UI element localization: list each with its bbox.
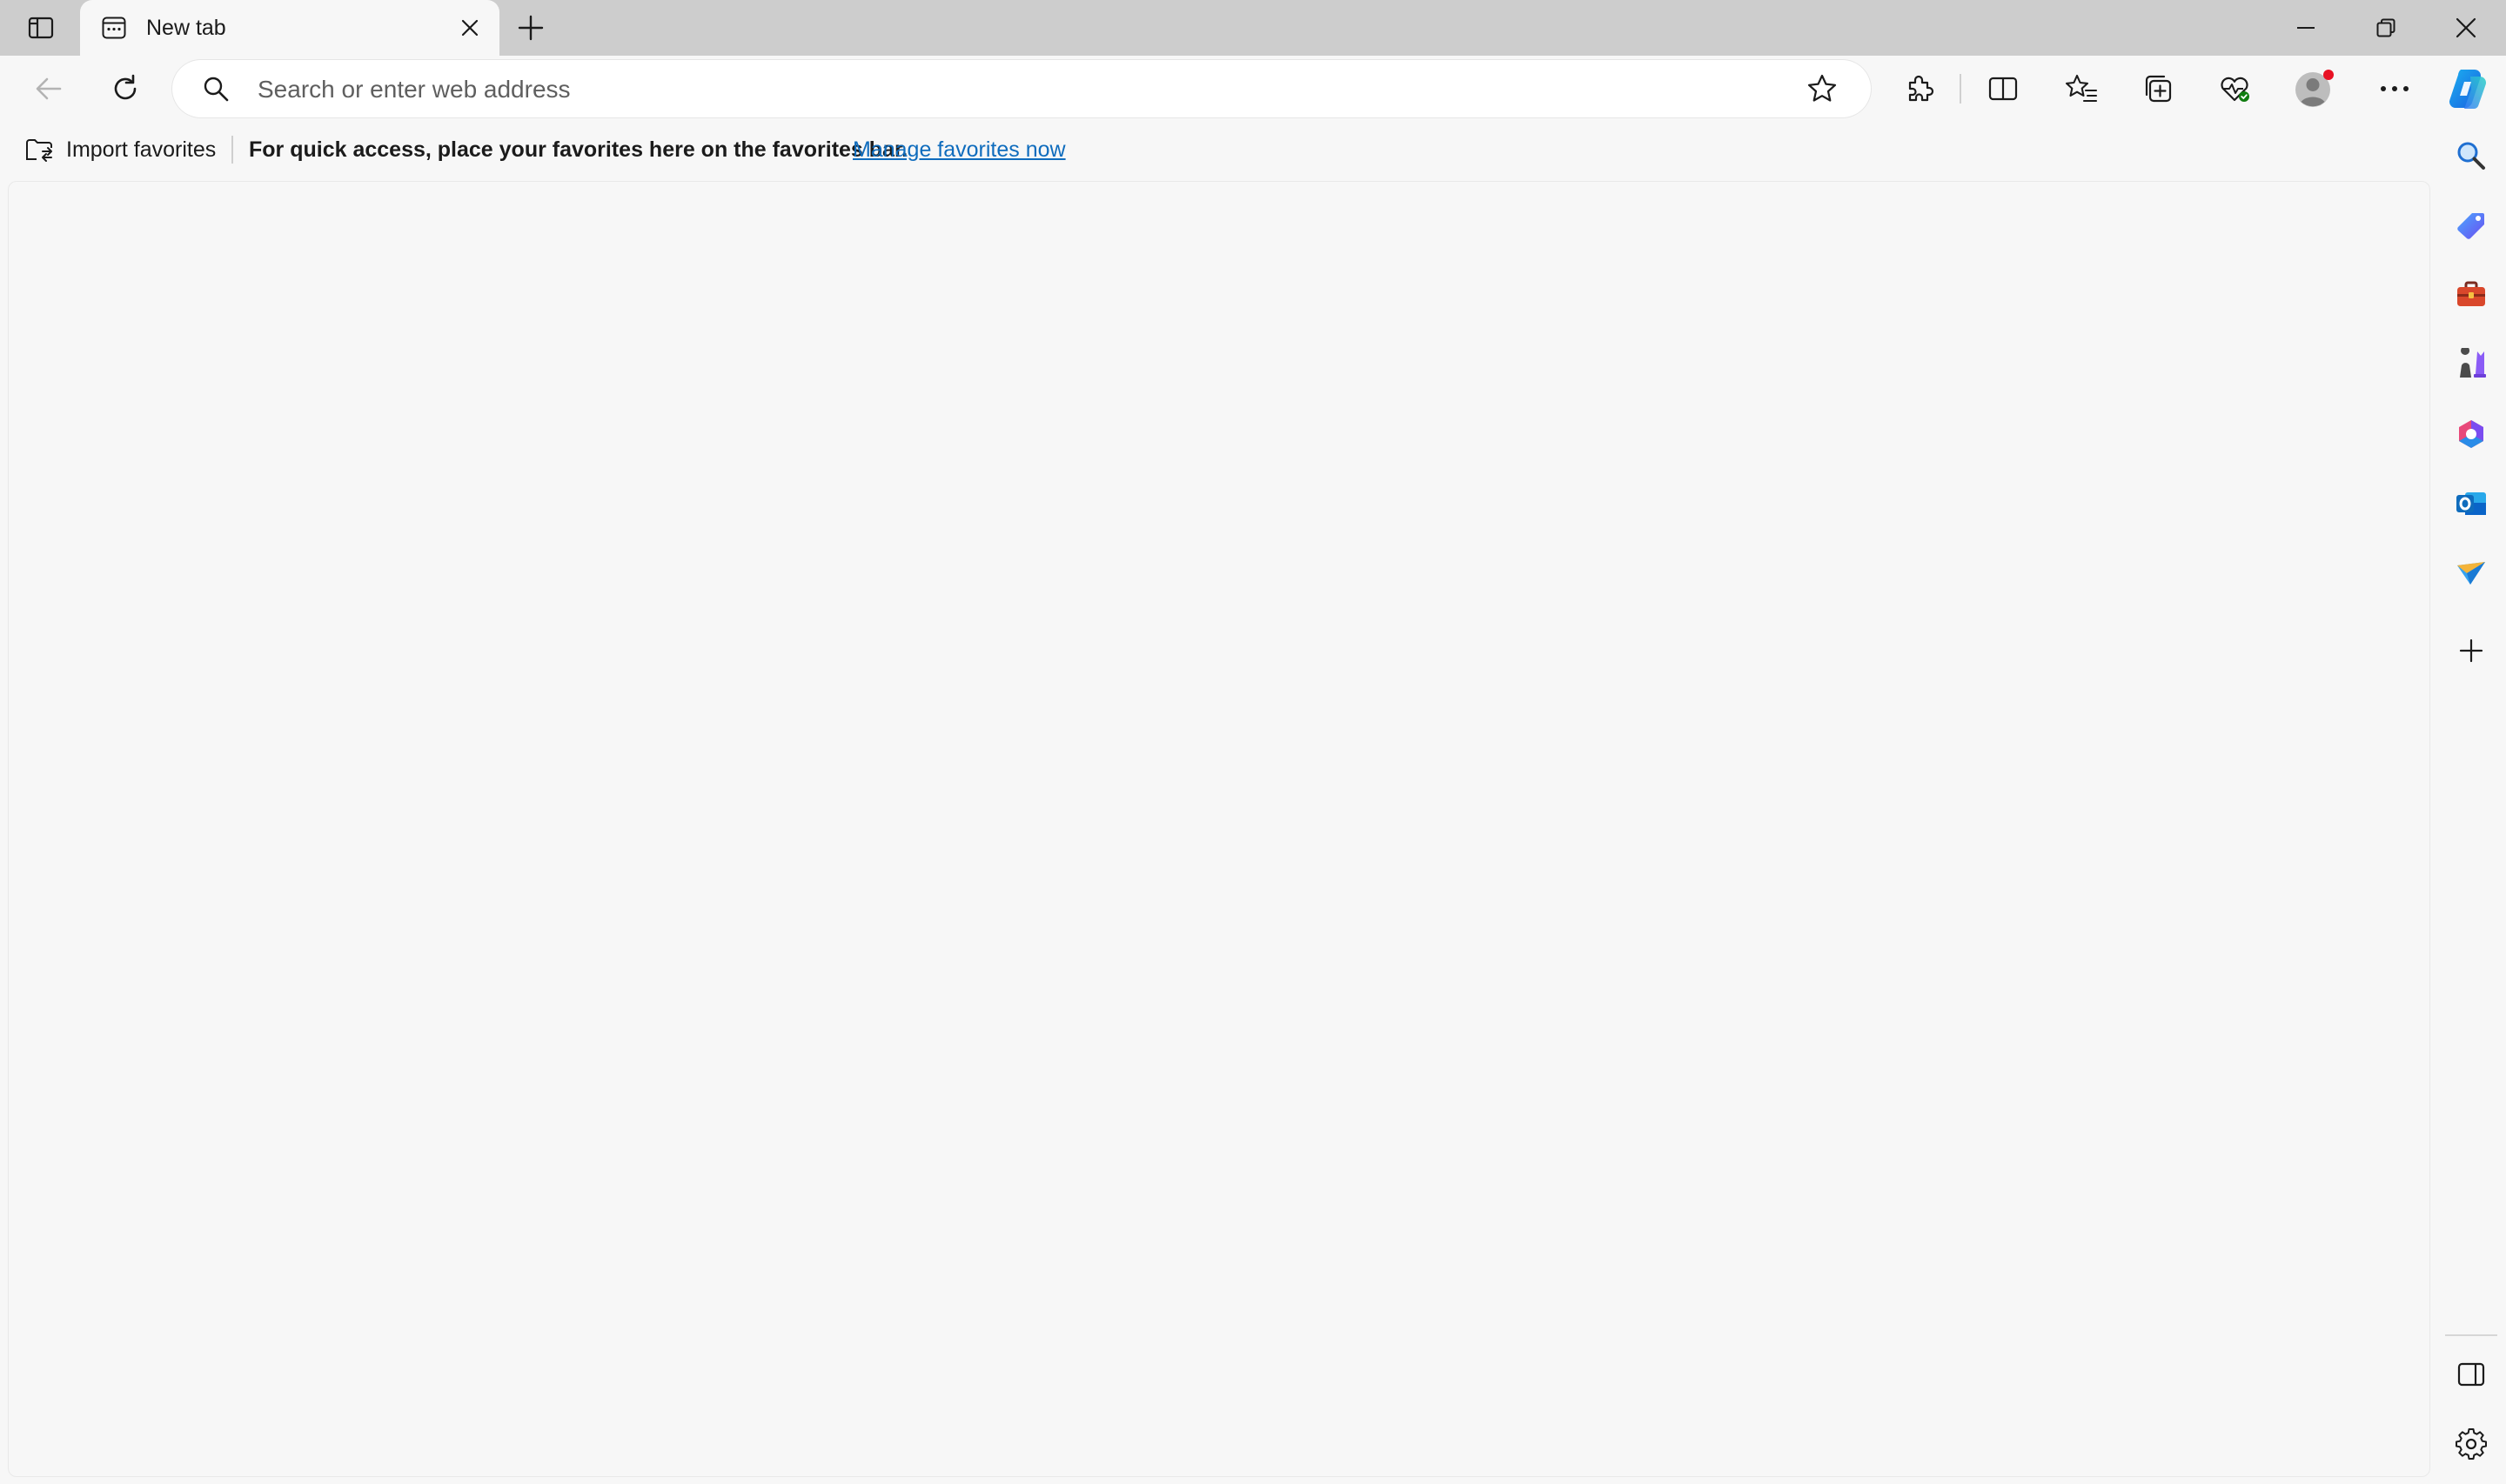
microsoft-365-icon bbox=[2459, 420, 2483, 448]
collections-icon bbox=[2145, 75, 2172, 103]
address-input[interactable] bbox=[256, 69, 1791, 110]
address-bar[interactable] bbox=[172, 60, 1871, 117]
plus-icon bbox=[518, 15, 544, 41]
sidebar-item-shopping[interactable] bbox=[2447, 201, 2496, 250]
refresh-icon bbox=[114, 74, 137, 100]
collections-button[interactable] bbox=[2132, 63, 2184, 115]
close-tab-button[interactable] bbox=[454, 12, 486, 43]
more-menu-button[interactable] bbox=[2369, 63, 2421, 115]
title-bar: New tab bbox=[0, 0, 2506, 56]
copilot-icon bbox=[2449, 69, 2487, 110]
settings-gear-icon bbox=[2456, 1428, 2487, 1460]
toolbar bbox=[0, 56, 2506, 122]
outlook-icon bbox=[2456, 492, 2486, 515]
favorites-button[interactable] bbox=[2055, 63, 2107, 115]
plus-icon bbox=[2459, 638, 2483, 663]
sidebar-settings-button[interactable] bbox=[2447, 1420, 2496, 1468]
import-favorites-label: Import favorites bbox=[66, 137, 217, 162]
more-dots-icon bbox=[2381, 86, 2409, 91]
favorites-bar-hint: For quick access, place your favorites h… bbox=[249, 137, 908, 162]
extensions-puzzle-icon bbox=[1908, 75, 1934, 102]
copilot-button[interactable] bbox=[2442, 63, 2494, 115]
restore-button[interactable] bbox=[2346, 0, 2426, 56]
import-favorites-button[interactable]: Import favorites bbox=[17, 132, 223, 167]
back-arrow-icon bbox=[36, 77, 62, 100]
favorites-icon bbox=[2065, 74, 2098, 103]
sidebar-layout-icon bbox=[2457, 1362, 2485, 1387]
games-chess-icon bbox=[2460, 348, 2486, 378]
import-folder-icon bbox=[26, 139, 52, 162]
profile-button[interactable] bbox=[2288, 63, 2341, 115]
shopping-tag-icon bbox=[2457, 213, 2484, 239]
close-icon bbox=[461, 19, 479, 37]
sidebar-item-send[interactable] bbox=[2447, 549, 2496, 598]
close-window-button[interactable] bbox=[2426, 0, 2506, 56]
sidebar-item-outlook[interactable] bbox=[2447, 479, 2496, 528]
tab-actions-icon bbox=[28, 17, 54, 39]
sidebar-divider bbox=[2445, 1334, 2497, 1336]
favorites-bar: Import favorites For quick access, place… bbox=[0, 122, 2436, 177]
minimize-icon bbox=[2297, 27, 2315, 29]
send-plane-icon bbox=[2457, 562, 2485, 585]
hide-sidebar-button[interactable] bbox=[2447, 1350, 2496, 1399]
favorites-bar-divider bbox=[231, 136, 233, 164]
tab-new-tab[interactable]: New tab bbox=[80, 0, 499, 56]
sidebar-item-games[interactable] bbox=[2447, 340, 2496, 389]
split-screen-icon bbox=[1988, 77, 2018, 101]
page-content bbox=[8, 181, 2430, 1477]
toolbar-divider bbox=[1960, 74, 1961, 104]
tools-briefcase-icon bbox=[2457, 281, 2485, 306]
manage-favorites-link[interactable]: Manage favorites now bbox=[853, 133, 1066, 166]
sidebar-item-search[interactable] bbox=[2447, 131, 2496, 180]
sidebar-item-microsoft-365[interactable] bbox=[2447, 410, 2496, 458]
back-button[interactable] bbox=[23, 63, 75, 115]
add-favorite-button[interactable] bbox=[1805, 71, 1839, 106]
browser-essentials-button[interactable] bbox=[2208, 63, 2261, 115]
split-screen-button[interactable] bbox=[1977, 63, 2029, 115]
search-icon bbox=[2457, 142, 2485, 170]
restore-icon bbox=[2376, 18, 2395, 37]
new-tab-button[interactable] bbox=[510, 7, 552, 49]
right-sidebar bbox=[2436, 122, 2506, 1484]
extensions-button[interactable] bbox=[1893, 63, 1946, 115]
search-icon bbox=[204, 77, 229, 102]
browser-essentials-icon bbox=[2221, 77, 2249, 102]
refresh-button[interactable] bbox=[99, 63, 151, 115]
sidebar-item-tools[interactable] bbox=[2447, 271, 2496, 319]
profile-avatar-icon bbox=[2295, 70, 2334, 107]
add-sidebar-app-button[interactable] bbox=[2447, 626, 2496, 675]
close-icon bbox=[2456, 17, 2476, 38]
tab-favicon-icon bbox=[102, 17, 126, 39]
star-icon bbox=[1807, 74, 1837, 102]
minimize-button[interactable] bbox=[2266, 0, 2346, 56]
tab-actions-button[interactable] bbox=[17, 7, 64, 49]
tab-title: New tab bbox=[146, 16, 226, 40]
